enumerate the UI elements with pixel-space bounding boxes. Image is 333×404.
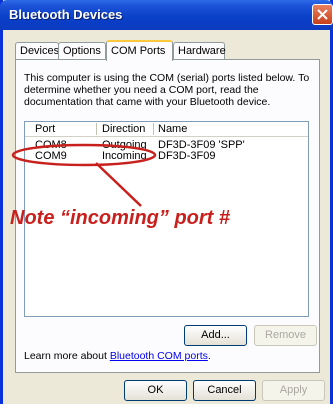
header-divider [25,136,308,137]
ok-button[interactable]: OK [124,380,187,401]
column-divider[interactable] [153,123,154,135]
close-button[interactable] [312,4,333,25]
annotation-note: Note “incoming” port # [10,207,230,229]
port-cell: COM9 [35,150,67,162]
tab-options[interactable]: Options [58,42,106,59]
window-title: Bluetooth Devices [9,7,123,22]
learn-more-suffix: . [207,350,211,362]
title-bar[interactable]: Bluetooth Devices [0,0,333,30]
column-header-port[interactable]: Port [35,123,55,135]
learn-more-prefix: Learn more about [24,350,110,362]
close-icon [317,9,328,20]
cancel-button[interactable]: Cancel [193,380,256,401]
remove-button[interactable]: Remove [254,325,317,346]
direction-cell: Incoming [102,150,147,162]
column-header-name[interactable]: Name [158,123,187,135]
add-button[interactable]: Add... [184,325,247,346]
tab-devices[interactable]: Devices [15,42,59,59]
learn-more-text: Learn more about Bluetooth COM ports. [24,350,211,362]
column-header-direction[interactable]: Direction [102,123,145,135]
tab-com-ports[interactable]: COM Ports [106,40,173,61]
apply-button[interactable]: Apply [262,380,325,401]
description-text: This computer is using the COM (serial) … [24,72,310,108]
bluetooth-com-ports-link[interactable]: Bluetooth COM ports [110,350,208,362]
tab-hardware[interactable]: Hardware [173,42,226,59]
name-cell: DF3D-3F09 [158,150,216,162]
column-divider[interactable] [96,123,97,135]
